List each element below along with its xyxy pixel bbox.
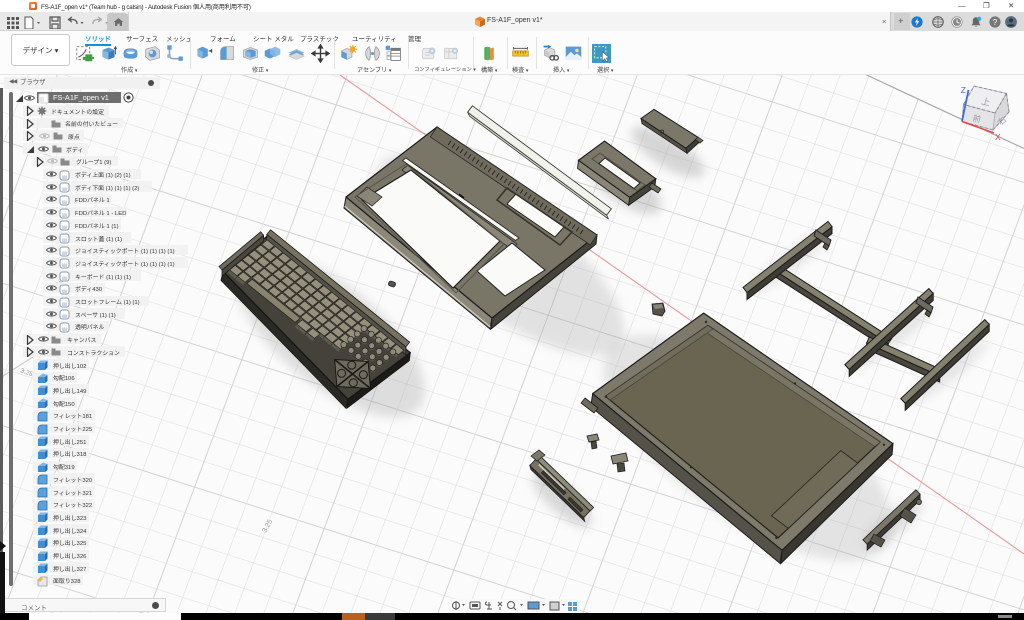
svg-text:X: X [995,132,1001,142]
svg-text:?: ? [993,17,998,26]
svg-text:Z: Z [961,85,966,95]
